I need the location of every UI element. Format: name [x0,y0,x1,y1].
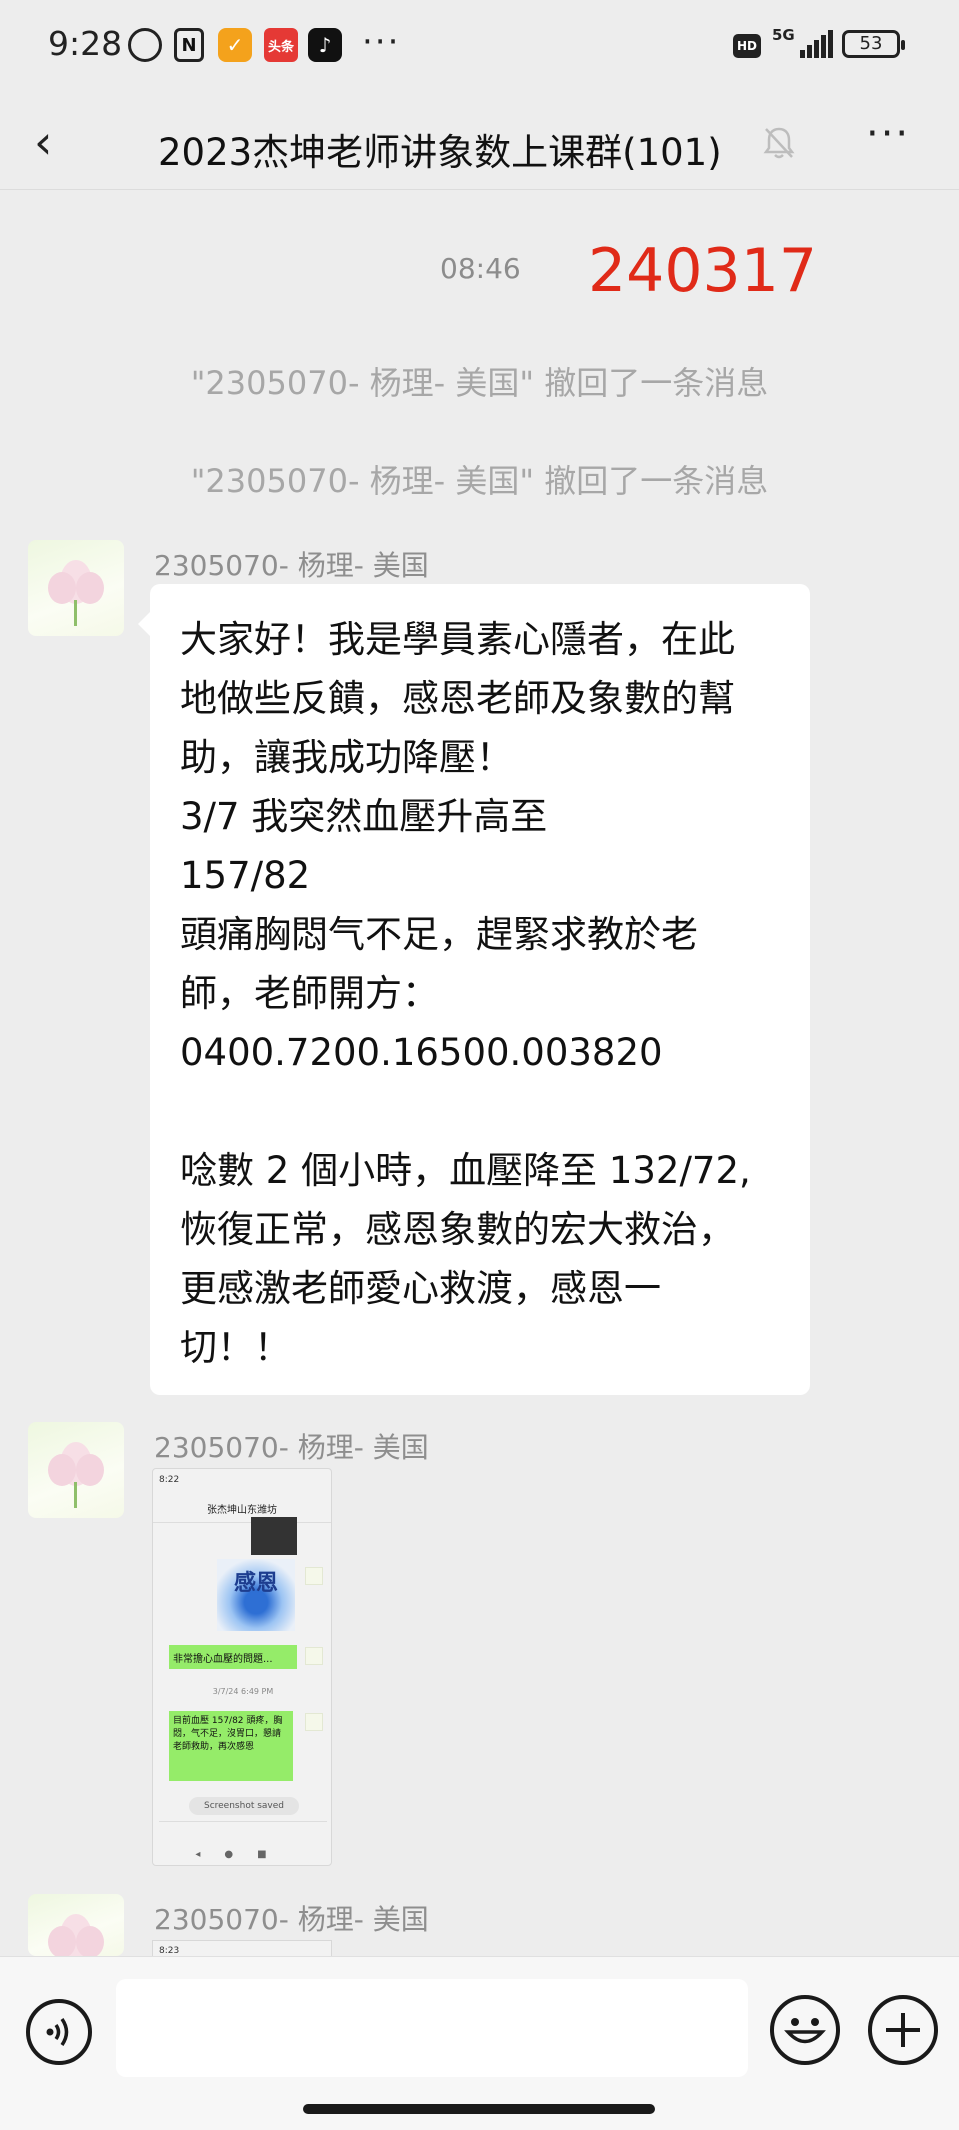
message-line [180,1082,782,1141]
screenshot-saved-toast: Screenshot saved [189,1797,299,1815]
status-time: 9:28 [48,24,123,63]
chat-header: ‹ 2023杰坤老师讲象数上课群(101) ··· [0,95,959,190]
toutiao-icon: 头条 [264,28,298,62]
nfc-icon: N [174,28,204,62]
status-bar: 9:28 N ✓ 头条 ♪ ··· HD 5G 53 [0,0,959,95]
mini-avatar [305,1647,323,1665]
bell-off-icon [763,127,795,159]
screenshot-image-text: 感恩 [217,1559,295,1631]
message-line: 更感激老師愛心救渡，感恩一 [180,1267,661,1310]
tiktok-icon: ♪ [308,28,342,62]
message-line: 地做些反饋，感恩老師及象數的幫 [180,677,735,720]
recall-notice: "2305070- 杨理- 美国" 撤回了一条消息 [190,462,769,500]
avatar[interactable] [28,1894,124,1956]
lotus-icon [48,560,104,626]
plus-icon[interactable] [868,1995,938,2065]
voice-waves-icon [46,2018,69,2046]
screenshot-status: 8:22 [159,1475,180,1485]
more-notifications-icon: ··· [362,22,401,62]
recall-notice: "2305070- 杨理- 美国" 撤回了一条消息 [190,364,769,402]
home-indicator[interactable] [303,2104,655,2114]
screenshot-input-bar [159,1821,327,1845]
network-type: 5G [772,26,795,44]
mini-avatar [305,1567,323,1585]
signal-icon [800,30,833,58]
alarm-icon [128,28,162,62]
avatar[interactable] [28,1422,124,1518]
hd-icon: HD [733,34,761,58]
page-title: 2023杰坤老师讲象数上课群(101) [158,131,722,174]
smile-face-icon [784,2018,826,2044]
sender-name: 2305070- 杨理- 美国 [154,549,429,582]
screenshot-green-message: 目前血壓 157/82 頭疼，胸悶，气不足，沒胃口，懇請老師救助，再次感恩 [169,1711,293,1781]
app-notification-icon: ✓ [218,28,252,62]
screenshot-image[interactable]: 8:22 张杰坤山东潍坊 感恩 非常擔心血壓的問題... 3/7/24 6:49… [152,1468,332,1866]
mini-avatar [305,1713,323,1731]
message-bubble[interactable]: 大家好！我是學員素心隱者，在此 地做些反饋，感恩老師及象數的幫 助，讓我成功降壓… [138,584,810,1395]
chevron-left-icon[interactable]: ‹ [34,117,74,167]
message-line: 大家好！我是學員素心隱者，在此 [180,618,735,661]
sender-name: 2305070- 杨理- 美国 [154,1903,429,1936]
screenshot-date: 3/7/24 6:49 PM [212,1687,274,1696]
message-line: 切！！ [180,1326,291,1369]
avatar[interactable] [28,540,124,636]
message-timestamp: 08:46 [440,252,521,285]
message-line: 唸數 2 個小時，血壓降至 132/72, [180,1149,751,1192]
message-line: 0400.7200.16500.003820 [180,1031,663,1074]
lotus-icon [48,1914,104,1956]
screenshot-title: 张杰坤山东潍坊 [153,1493,331,1523]
message-line: 助，讓我成功降壓！ [180,736,513,779]
voice-icon[interactable] [26,1999,92,2065]
screenshot-green-message: 非常擔心血壓的問題... [169,1645,297,1669]
message-line: 157/82 [180,854,311,897]
message-line: 頭痛胸悶气不足，趕緊求教於老 [180,913,698,956]
message-line: 師，老師開方： [180,972,439,1015]
more-icon[interactable]: ··· [866,111,910,157]
message-line: 3/7 我突然血壓升高至 [180,795,548,838]
red-note: 240317 [588,236,818,306]
sender-name: 2305070- 杨理- 美国 [154,1431,429,1464]
screenshot-thumbnail [251,1517,297,1555]
plus-cross-icon [886,2013,920,2047]
screenshot-nav: ◂●■ [195,1849,291,1860]
message-line: 恢復正常，感恩象數的宏大救治， [180,1208,735,1251]
lotus-icon [48,1442,104,1508]
message-input[interactable] [116,1979,748,2077]
battery-icon: 53 [842,30,905,58]
emoji-icon[interactable] [770,1995,840,2065]
